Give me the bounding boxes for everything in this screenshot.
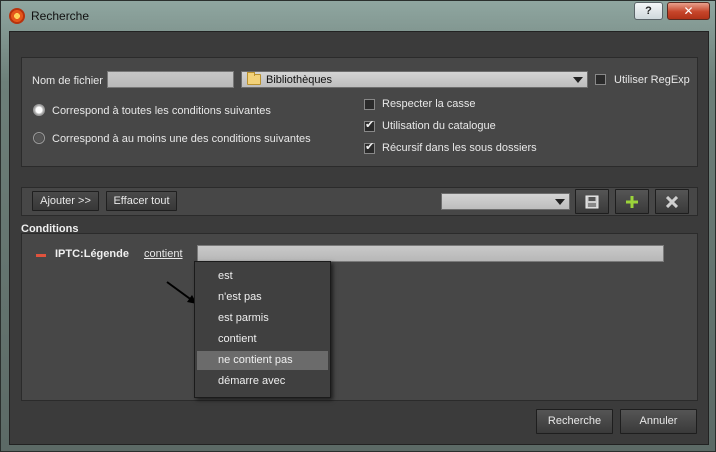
conditions-toolbar: Ajouter >> Effacer tout [21, 187, 698, 216]
match-all-radio[interactable] [33, 104, 45, 116]
remove-condition-icon[interactable] [36, 254, 46, 257]
recursive-checkbox[interactable] [364, 140, 375, 154]
help-button[interactable]: ? [634, 2, 663, 20]
operator-option-est-parmis[interactable]: est parmis [197, 309, 328, 328]
save-preset-button[interactable] [575, 189, 609, 214]
folder-icon [247, 72, 261, 85]
close-icon [666, 196, 678, 208]
condition-field: IPTC:Légende [55, 248, 129, 260]
operator-menu: est n'est pas est parmis contient ne con… [194, 261, 331, 398]
recursive-label: Récursif dans les sous dossiers [382, 142, 537, 154]
operator-option-demarre-avec[interactable]: démarre avec [197, 372, 328, 391]
save-icon [585, 195, 599, 209]
catalog-label: Utilisation du catalogue [382, 120, 496, 132]
add-preset-button[interactable] [615, 189, 649, 214]
dialog-window: Recherche ? ✕ Nom de fichier Bibliothèqu… [0, 0, 716, 452]
chevron-down-icon [573, 77, 583, 83]
plus-icon [626, 196, 638, 208]
title-bar[interactable]: Recherche ? ✕ [1, 1, 715, 31]
cancel-button[interactable]: Annuler [620, 409, 697, 434]
match-all-label: Correspond à toutes les conditions suiva… [52, 105, 271, 117]
preset-select[interactable] [441, 193, 570, 210]
regexp-checkbox[interactable] [595, 74, 606, 85]
close-window-button[interactable]: ✕ [667, 2, 710, 20]
chevron-down-icon [555, 199, 565, 205]
match-any-label: Correspond à au moins une des conditions… [52, 133, 311, 145]
condition-value-input[interactable] [197, 245, 664, 262]
regexp-label: Utiliser RegExp [614, 74, 690, 86]
delete-preset-button[interactable] [655, 189, 689, 214]
case-label: Respecter la casse [382, 98, 476, 110]
operator-option-contient[interactable]: contient [197, 330, 328, 349]
condition-operator[interactable]: contient [144, 248, 183, 260]
search-button[interactable]: Recherche [536, 409, 613, 434]
catalog-checkbox[interactable] [364, 118, 375, 132]
case-checkbox[interactable] [364, 99, 375, 110]
filename-label: Nom de fichier [32, 75, 103, 87]
operator-option-est[interactable]: est [197, 267, 328, 286]
filename-input[interactable] [107, 71, 234, 88]
operator-option-nest-pas[interactable]: n'est pas [197, 288, 328, 307]
add-condition-button[interactable]: Ajouter >> [32, 191, 99, 211]
location-select[interactable]: Bibliothèques [241, 71, 588, 88]
location-select-value: Bibliothèques [266, 74, 333, 86]
app-logo-icon [9, 8, 25, 24]
match-any-radio[interactable] [33, 132, 45, 144]
dialog-body: Nom de fichier Bibliothèques Utiliser Re… [9, 31, 709, 445]
window-title: Recherche [31, 9, 90, 23]
search-options-panel: Nom de fichier Bibliothèques Utiliser Re… [21, 57, 698, 167]
clear-all-button[interactable]: Effacer tout [106, 191, 177, 211]
conditions-list: IPTC:Légende contient [21, 233, 698, 401]
operator-option-ne-contient-pas[interactable]: ne contient pas [197, 351, 328, 370]
